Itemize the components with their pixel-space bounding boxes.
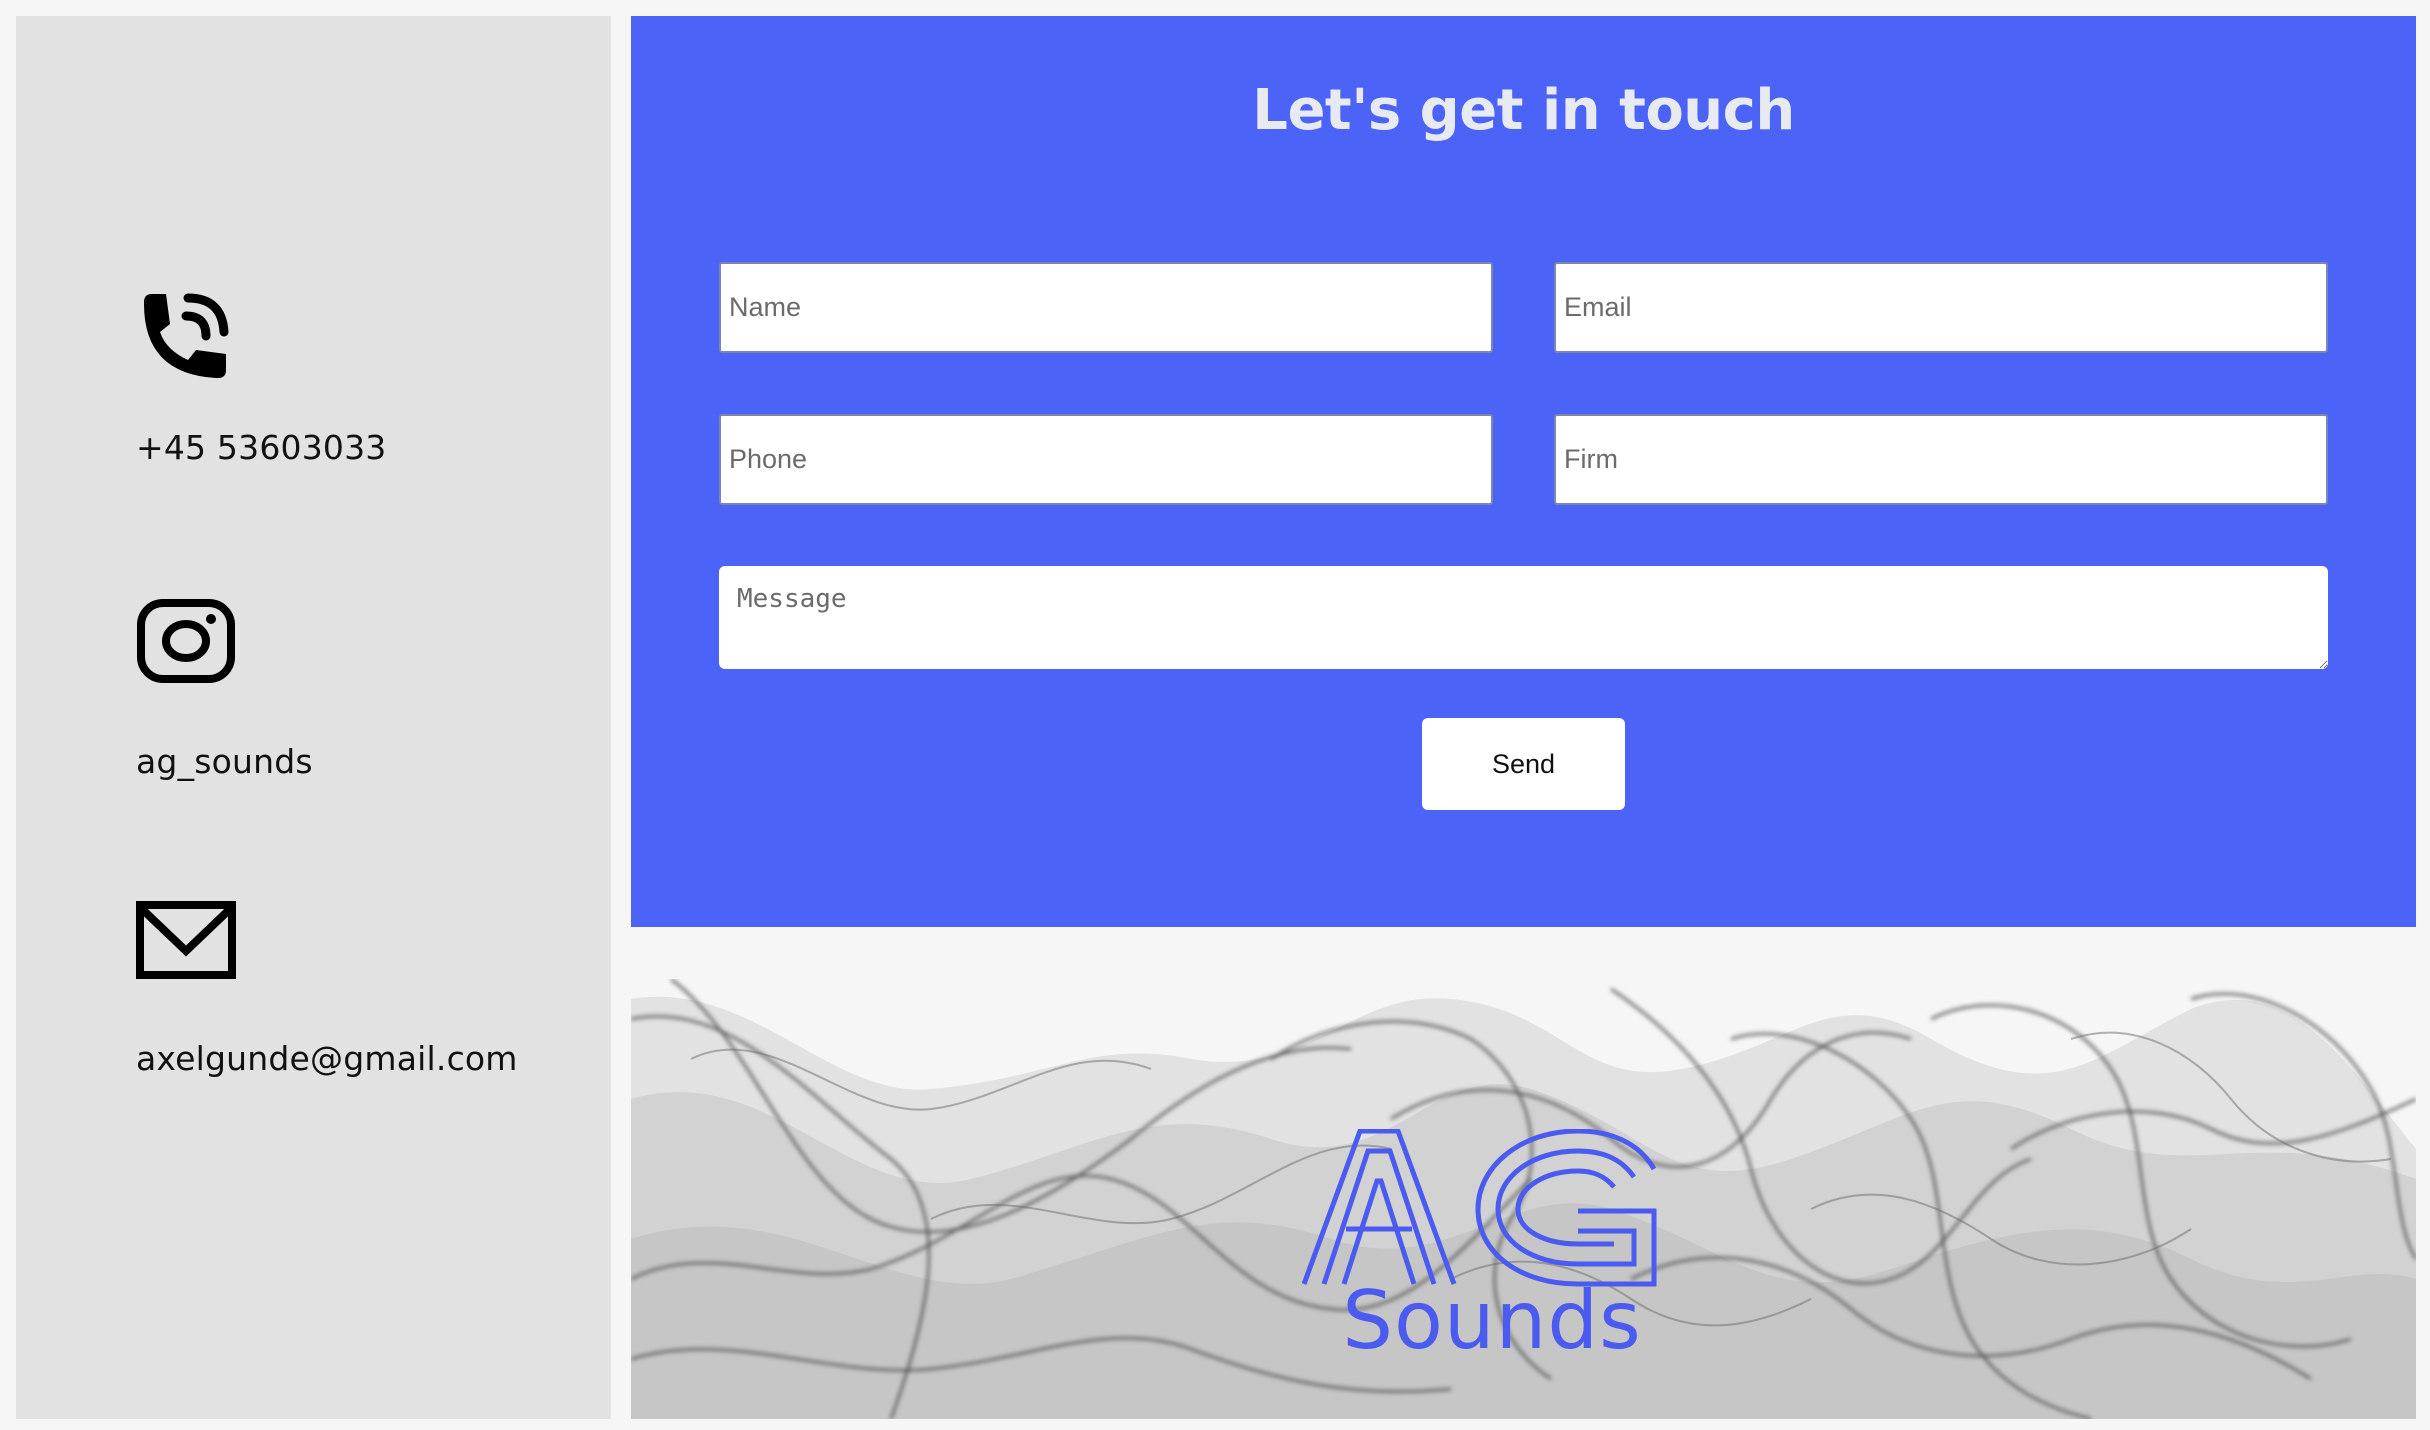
name-input[interactable] xyxy=(719,262,1493,353)
form-title: Let's get in touch xyxy=(1252,78,1795,143)
phone-icon xyxy=(136,284,236,384)
contact-instagram[interactable]: ag_sounds xyxy=(136,598,313,781)
instagram-icon xyxy=(136,598,236,698)
email-input[interactable] xyxy=(1554,262,2328,353)
email-address[interactable]: axelgunde@gmail.com xyxy=(136,1039,518,1078)
contact-form-panel: Let's get in touch Send xyxy=(631,16,2416,927)
mail-icon xyxy=(136,895,236,995)
contact-sidebar: +45 53603033 ag_sounds axelgunde@gmail.c… xyxy=(16,16,611,1419)
logo-subtitle: Sounds xyxy=(1342,1274,1642,1367)
firm-input[interactable] xyxy=(1554,414,2328,505)
send-button[interactable]: Send xyxy=(1422,718,1625,810)
message-textarea[interactable] xyxy=(719,566,2328,669)
ag-sounds-logo: Sounds xyxy=(1302,1129,1682,1379)
contact-email[interactable]: axelgunde@gmail.com xyxy=(136,895,518,1078)
phone-input[interactable] xyxy=(719,414,1493,505)
contact-phone: +45 53603033 xyxy=(136,284,387,467)
instagram-handle[interactable]: ag_sounds xyxy=(136,742,313,781)
contact-page: +45 53603033 ag_sounds axelgunde@gmail.c… xyxy=(0,0,2430,1430)
phone-number: +45 53603033 xyxy=(136,428,387,467)
brand-banner: Sounds xyxy=(631,979,2416,1419)
